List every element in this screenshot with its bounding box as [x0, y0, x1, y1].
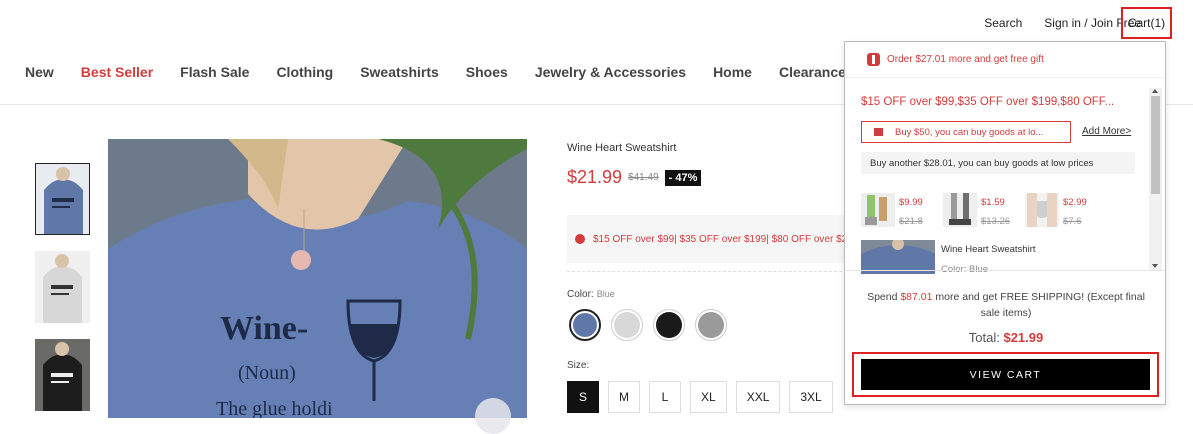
- promo-text: $15 OFF over $99| $35 OFF over $199| $80…: [593, 233, 857, 245]
- addon-old-price: $7.6: [1063, 216, 1082, 227]
- size-options: S M L XL XXL 3XL: [567, 381, 833, 413]
- free-gift-row[interactable]: Order $27.01 more and get free gift: [845, 42, 1165, 78]
- svg-text:Wine-: Wine-: [220, 310, 308, 347]
- shipping-note: Spend $87.01 more and get FREE SHIPPING!…: [845, 289, 1165, 321]
- shipping-amount: $87.01: [900, 291, 933, 303]
- svg-text:The glue holdi: The glue holdi: [216, 398, 333, 418]
- color-label: Color: Blue: [567, 289, 615, 300]
- addon-items: $9.99 $21.8 $1.59 $13.26 $2.99 $7.6: [861, 193, 1103, 231]
- cart-scroll-area: $15 OFF over $99,$35 OFF over $199,$80 O…: [845, 88, 1165, 275]
- thumbnail-black[interactable]: [35, 339, 90, 411]
- price-row: $21.99 $41.49 - 47%: [567, 167, 702, 188]
- next-image-button[interactable]: [475, 398, 511, 434]
- nav-item-clearance[interactable]: Clearance: [779, 64, 846, 80]
- addon-item[interactable]: $1.59 $13.26: [943, 193, 1021, 231]
- buy-another-note: Buy another $28.01, you can buy goods at…: [861, 152, 1135, 174]
- scrollbar-thumb[interactable]: [1151, 96, 1160, 194]
- swatch-blue[interactable]: [569, 309, 601, 341]
- size-m[interactable]: M: [608, 381, 640, 413]
- thumbnail-list: [35, 163, 90, 427]
- main-nav: New Best Seller Flash Sale Clothing Swea…: [25, 64, 873, 80]
- cart-total: Total: $21.99: [845, 330, 1165, 345]
- thumbnail-white[interactable]: [35, 251, 90, 323]
- product-main-image: Wine- (Noun) The glue holdi: [108, 139, 527, 418]
- coupon-icon: [575, 234, 585, 244]
- view-cart-button[interactable]: VIEW CART: [861, 359, 1150, 390]
- size-3xl[interactable]: 3XL: [789, 381, 833, 413]
- add-more-link[interactable]: Add More>: [1082, 126, 1131, 137]
- size-l[interactable]: L: [649, 381, 681, 413]
- nav-item-clothing[interactable]: Clothing: [276, 64, 333, 80]
- addon-price: $1.59: [981, 197, 1005, 208]
- total-amount: $21.99: [1003, 330, 1044, 345]
- product-price: $21.99: [567, 167, 623, 187]
- color-label-text: Color:: [567, 289, 594, 300]
- buy-deal-box[interactable]: Buy $50, you can buy goods at lo...: [861, 121, 1071, 143]
- nav-item-sweatshirts[interactable]: Sweatshirts: [360, 64, 439, 80]
- cart-promo-line[interactable]: $15 OFF over $99,$35 OFF over $199,$80 O…: [861, 96, 1114, 108]
- swatch-gray[interactable]: [695, 309, 727, 341]
- addon-underwear-image: [1025, 193, 1059, 227]
- cart-dropdown: Order $27.01 more and get free gift $15 …: [844, 41, 1166, 405]
- size-xl[interactable]: XL: [690, 381, 727, 413]
- shipping-note-prefix: Spend: [867, 291, 901, 303]
- addon-price: $2.99: [1063, 197, 1087, 208]
- top-links: Search Sign in / Join Free: [984, 16, 1141, 30]
- discount-badge: - 47%: [664, 169, 702, 186]
- view-cart-highlight: VIEW CART: [852, 352, 1159, 397]
- scroll-up-arrow-icon[interactable]: [1152, 89, 1158, 93]
- nav-item-home[interactable]: Home: [713, 64, 752, 80]
- nav-item-best-seller[interactable]: Best Seller: [81, 64, 153, 80]
- divider: [567, 271, 852, 272]
- addon-item[interactable]: $9.99 $21.8: [861, 193, 939, 231]
- addon-item[interactable]: $2.99 $7.6: [1025, 193, 1103, 231]
- cart-scrollbar[interactable]: [1149, 88, 1162, 270]
- addon-tights-image: [943, 193, 977, 227]
- search-link[interactable]: Search: [984, 16, 1022, 30]
- swatch-black[interactable]: [653, 309, 685, 341]
- addon-socks-image: [861, 193, 895, 227]
- color-swatches: [569, 309, 727, 341]
- buy-deal-text: Buy $50, you can buy goods at lo...: [895, 126, 1044, 138]
- size-s[interactable]: S: [567, 381, 599, 413]
- product-title: Wine Heart Sweatshirt: [567, 142, 677, 154]
- nav-item-jewelry[interactable]: Jewelry & Accessories: [535, 64, 686, 80]
- addon-old-price: $21.8: [899, 216, 923, 227]
- free-shipping-text: FREE SHIPPING: [1000, 291, 1082, 303]
- color-value: Blue: [596, 289, 615, 299]
- thumbnail-blue[interactable]: [35, 163, 90, 235]
- deal-icon: [874, 128, 883, 136]
- size-label: Size:: [567, 360, 590, 371]
- scroll-down-arrow-icon[interactable]: [1152, 264, 1158, 268]
- addon-old-price: $13.26: [981, 216, 1011, 227]
- nav-item-flash-sale[interactable]: Flash Sale: [180, 64, 249, 80]
- cart-footer: Spend $87.01 more and get FREE SHIPPING!…: [845, 270, 1165, 345]
- free-gift-text: Order $27.01 more and get free gift: [887, 54, 1044, 65]
- total-label: Total:: [968, 330, 1000, 345]
- cart-item-image: [861, 240, 935, 274]
- nav-item-shoes[interactable]: Shoes: [466, 64, 508, 80]
- svg-text:(Noun): (Noun): [238, 362, 296, 384]
- top-bar: Search Sign in / Join Free Cart(1): [0, 0, 1193, 46]
- nav-item-new[interactable]: New: [25, 64, 54, 80]
- shipping-note-mid: more and get: [932, 291, 1001, 303]
- gift-icon: [867, 53, 880, 66]
- size-xxl[interactable]: XXL: [735, 381, 781, 413]
- cart-item-name: Wine Heart Sweatshirt: [941, 244, 1036, 255]
- product-old-price: $41.49: [628, 172, 659, 183]
- addon-price: $9.99: [899, 197, 923, 208]
- cart-link[interactable]: Cart(1): [1121, 7, 1172, 39]
- swatch-white[interactable]: [611, 309, 643, 341]
- promo-banner[interactable]: $15 OFF over $99| $35 OFF over $199| $80…: [567, 215, 857, 263]
